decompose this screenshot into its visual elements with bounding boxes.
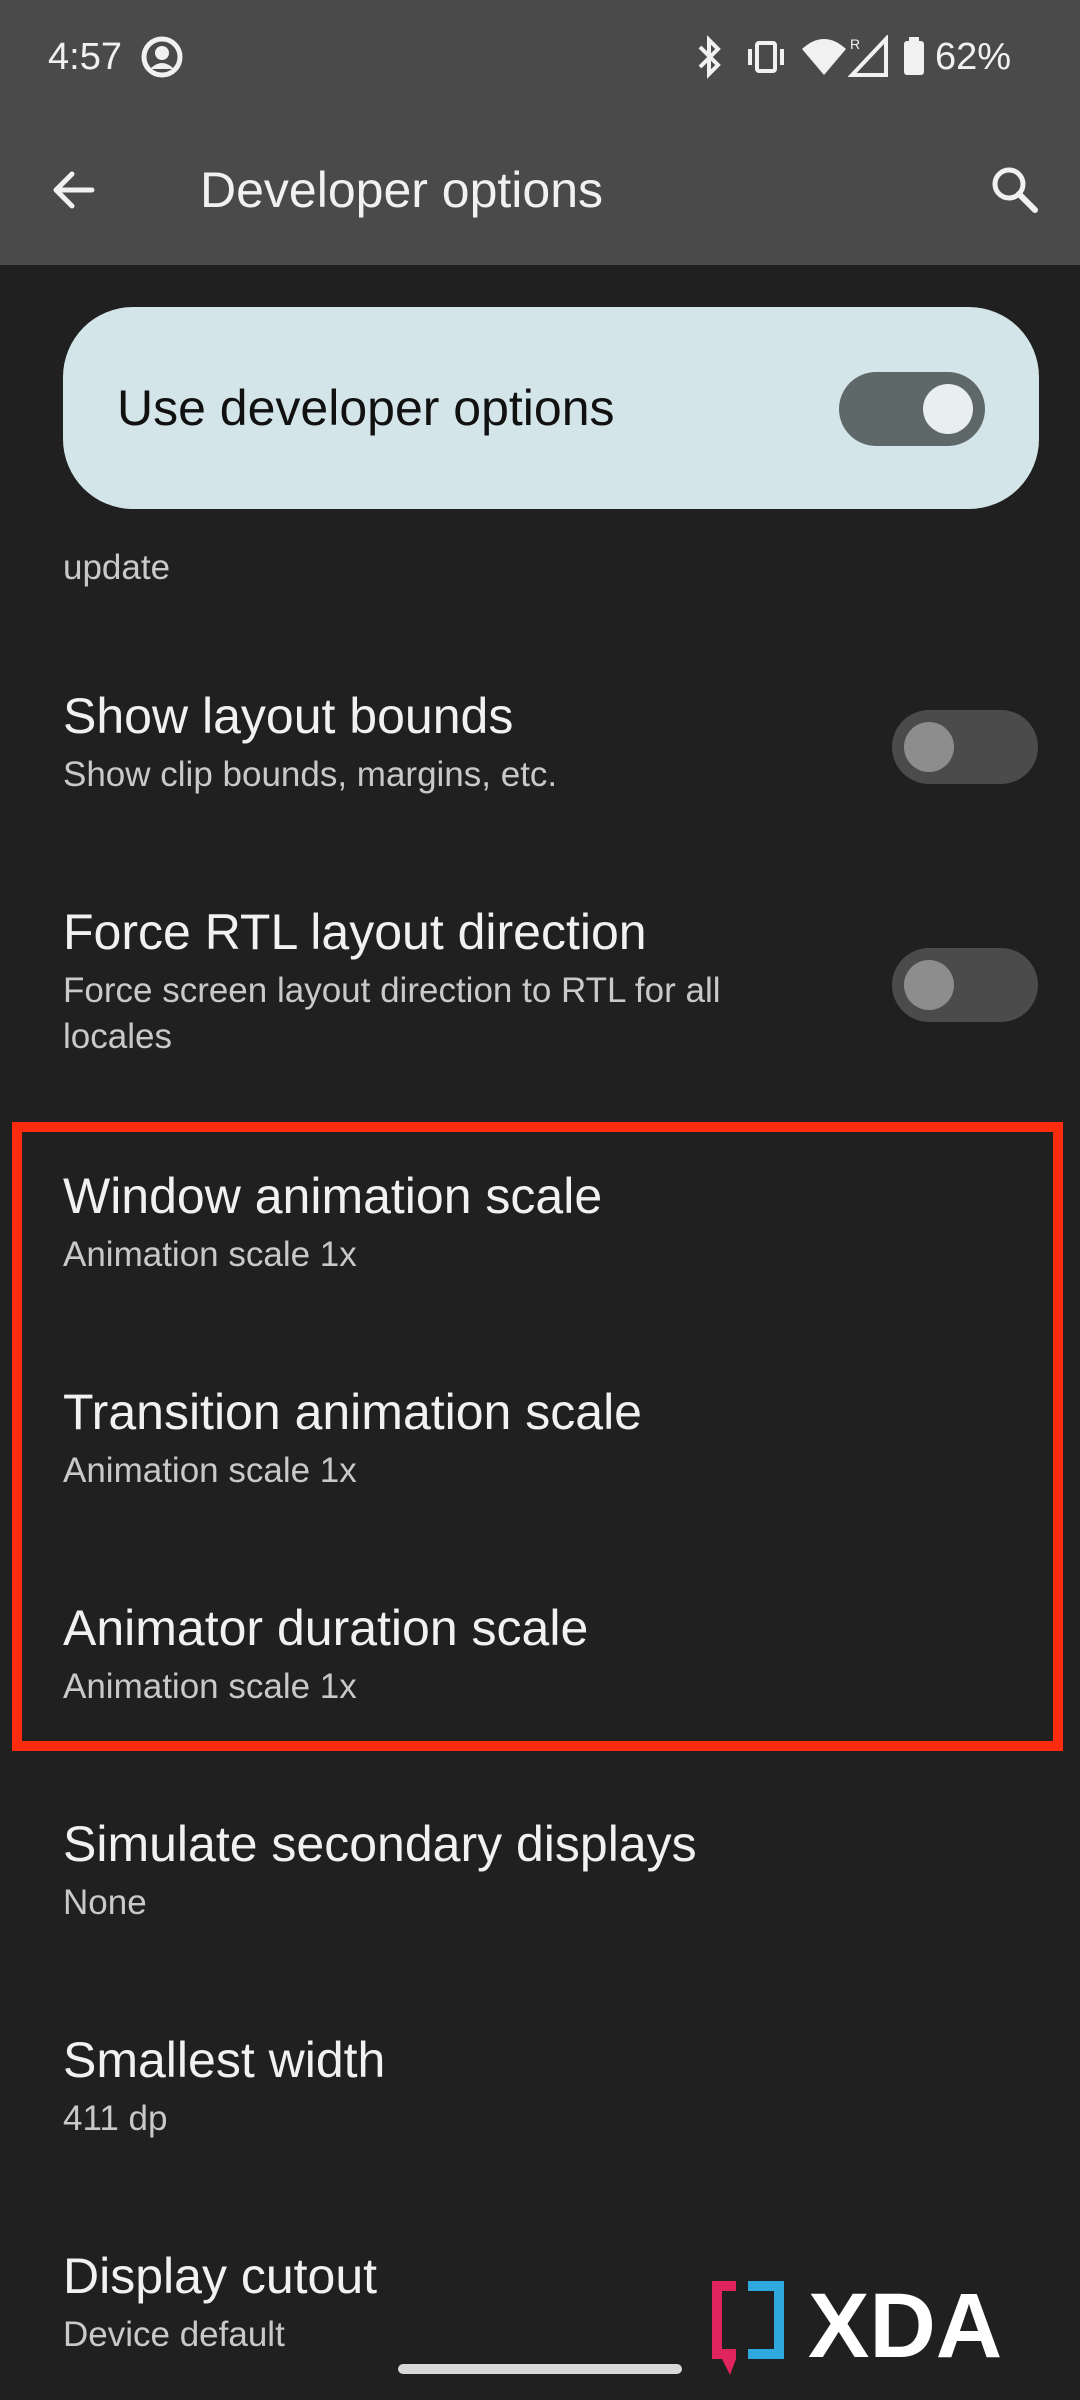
setting-title: Show layout bounds	[63, 688, 514, 744]
setting-summary: None	[63, 1883, 147, 1922]
circle-app-icon	[140, 32, 184, 82]
battery-icon	[902, 32, 926, 82]
gesture-nav-bar[interactable]	[398, 2364, 682, 2374]
svg-text:R: R	[850, 36, 860, 52]
setting-summary: Show clip bounds, margins, etc.	[63, 755, 558, 794]
toggle-knob	[904, 722, 954, 772]
use-developer-options-label: Use developer options	[117, 380, 615, 436]
vibrate-icon	[744, 32, 788, 82]
toggle-knob	[923, 384, 973, 434]
xda-wordmark: XDA	[808, 2275, 1002, 2377]
show-layout-bounds-toggle[interactable]	[892, 710, 1038, 784]
setting-title: Simulate secondary displays	[63, 1816, 697, 1872]
toggle-knob	[904, 960, 954, 1010]
wifi-icon	[800, 32, 848, 82]
setting-show-layout-bounds[interactable]: Show layout bounds Show clip bounds, mar…	[63, 686, 1013, 798]
setting-summary: Force screen layout direction to RTL for…	[63, 971, 721, 1056]
xda-logo: XDA	[708, 2275, 1048, 2383]
back-arrow-icon[interactable]	[44, 160, 104, 220]
force-rtl-toggle[interactable]	[892, 948, 1038, 1022]
bluetooth-icon	[692, 32, 728, 82]
cut-off-summary: update	[63, 548, 171, 587]
page-title: Developer options	[200, 162, 604, 218]
highlight-box	[12, 1122, 1063, 1751]
use-developer-options-card[interactable]: Use developer options	[63, 307, 1039, 509]
status-bar: 4:57 R 62%	[0, 0, 1080, 120]
cell-signal-roaming-icon: R	[848, 32, 890, 82]
setting-title: Force RTL layout direction	[63, 904, 647, 960]
setting-smallest-width[interactable]: Smallest width 411 dp	[63, 2030, 1013, 2142]
setting-summary: 411 dp	[63, 2099, 168, 2138]
setting-simulate-secondary-displays[interactable]: Simulate secondary displays None	[63, 1814, 1013, 1926]
battery-percent: 62%	[935, 36, 1012, 78]
status-time: 4:57	[48, 36, 122, 78]
search-icon[interactable]	[985, 160, 1045, 220]
setting-force-rtl[interactable]: Force RTL layout direction Force screen …	[63, 902, 1013, 1060]
setting-title: Smallest width	[63, 2032, 386, 2088]
use-developer-options-toggle[interactable]	[839, 372, 985, 446]
